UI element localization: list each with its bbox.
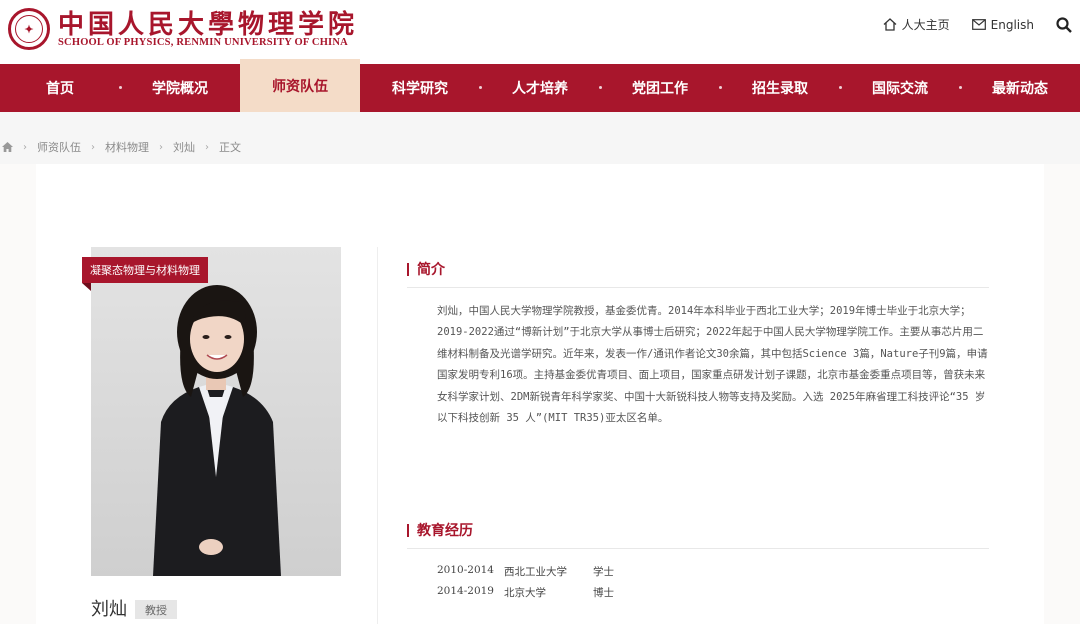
breadcrumb-faculty[interactable]: 师资队伍: [37, 139, 81, 155]
english-link[interactable]: English: [971, 17, 1034, 32]
breadcrumb-current: 正文: [219, 141, 241, 154]
logo-chinese-title[interactable]: 中国人民大學物理学院: [58, 4, 358, 41]
edu-degree: 博士: [593, 587, 614, 599]
main-nav: 首页 学院概况 师资队伍 科学研究 人才培养 党团工作 招生录取 国际交流 最新…: [0, 59, 1080, 112]
university-seal-logo[interactable]: ✦: [8, 8, 50, 50]
nav-research[interactable]: 科学研究: [360, 64, 482, 112]
english-label: English: [990, 17, 1034, 32]
nav-education[interactable]: 人才培养: [480, 64, 602, 112]
ruc-home-link[interactable]: 人大主页: [883, 16, 950, 33]
nav-label: 招生录取: [752, 81, 808, 97]
edu-degree: 学士: [593, 566, 614, 578]
nav-label: 党团工作: [632, 81, 688, 97]
title-bar-decoration: [407, 523, 409, 537]
intro-divider: [407, 287, 989, 288]
nav-label: 国际交流: [872, 81, 928, 97]
nav-party[interactable]: 党团工作: [600, 64, 722, 112]
intro-text: 刘灿，中国人民大学物理学院教授，基金委优青。2014年本科毕业于西北工业大学；2…: [437, 305, 988, 425]
chevron-right-icon: ›: [205, 141, 209, 153]
site-header: ✦ 中国人民大學物理学院 SCHOOL OF PHYSICS, RENMIN U…: [0, 0, 1080, 64]
nav-label: 最新动态: [992, 81, 1048, 97]
chevron-right-icon: ›: [159, 141, 163, 153]
nav-label: 师资队伍: [272, 78, 328, 95]
nav-label: 科学研究: [392, 81, 448, 97]
intro-title-text: 简介: [417, 262, 445, 278]
nav-label: 学院概况: [152, 81, 208, 97]
top-links: 人大主页 English: [883, 16, 1072, 33]
column-divider: [377, 247, 378, 624]
home-icon[interactable]: [2, 142, 13, 152]
chevron-right-icon: ›: [91, 141, 95, 153]
education-divider: [407, 548, 989, 549]
nav-news[interactable]: 最新动态: [960, 64, 1080, 112]
nav-international[interactable]: 国际交流: [840, 64, 962, 112]
nav-home[interactable]: 首页: [0, 64, 122, 112]
edu-years: 2010-2014: [437, 564, 494, 576]
edu-school: 北京大学: [504, 587, 546, 599]
edu-school: 西北工业大学: [504, 566, 567, 578]
search-icon: [1056, 16, 1072, 33]
nav-label: 人才培养: [512, 81, 568, 97]
mail-icon: [971, 19, 986, 30]
seal-icon: ✦: [15, 15, 43, 43]
education-row: 2010-2014 西北工业大学 学士: [437, 564, 614, 579]
research-field-tag: 凝聚态物理与材料物理: [82, 257, 208, 283]
person-name: 刘灿: [91, 599, 127, 620]
logo-english-title: SCHOOL OF PHYSICS, RENMIN UNIVERSITY OF …: [58, 37, 348, 48]
title-bar-decoration: [407, 262, 409, 276]
chevron-right-icon: ›: [23, 141, 27, 153]
education-title-text: 教育经历: [417, 523, 473, 539]
breadcrumb-bar: › 师资队伍 › 材料物理 › 刘灿 › 正文: [0, 112, 1080, 164]
breadcrumb: › 师资队伍 › 材料物理 › 刘灿 › 正文: [2, 139, 241, 155]
nav-admissions[interactable]: 招生录取: [720, 64, 842, 112]
search-button[interactable]: [1056, 16, 1072, 33]
education-row: 2014-2019 北京大学 博士: [437, 585, 614, 600]
breadcrumb-material-physics[interactable]: 材料物理: [105, 139, 149, 155]
education-section-title: 教育经历: [407, 520, 473, 540]
ruc-home-label: 人大主页: [901, 18, 950, 32]
intro-section-title: 简介: [407, 259, 445, 279]
person-title-badge: 教授: [135, 600, 177, 619]
breadcrumb-person[interactable]: 刘灿: [173, 139, 195, 155]
tag-fold-decoration: [82, 283, 91, 291]
nav-about[interactable]: 学院概况: [120, 64, 240, 112]
home-icon: [883, 18, 897, 31]
edu-years: 2014-2019: [437, 585, 494, 597]
nav-faculty[interactable]: 师资队伍: [240, 59, 360, 112]
profile-photo: [91, 247, 341, 576]
nav-label: 首页: [46, 81, 74, 97]
